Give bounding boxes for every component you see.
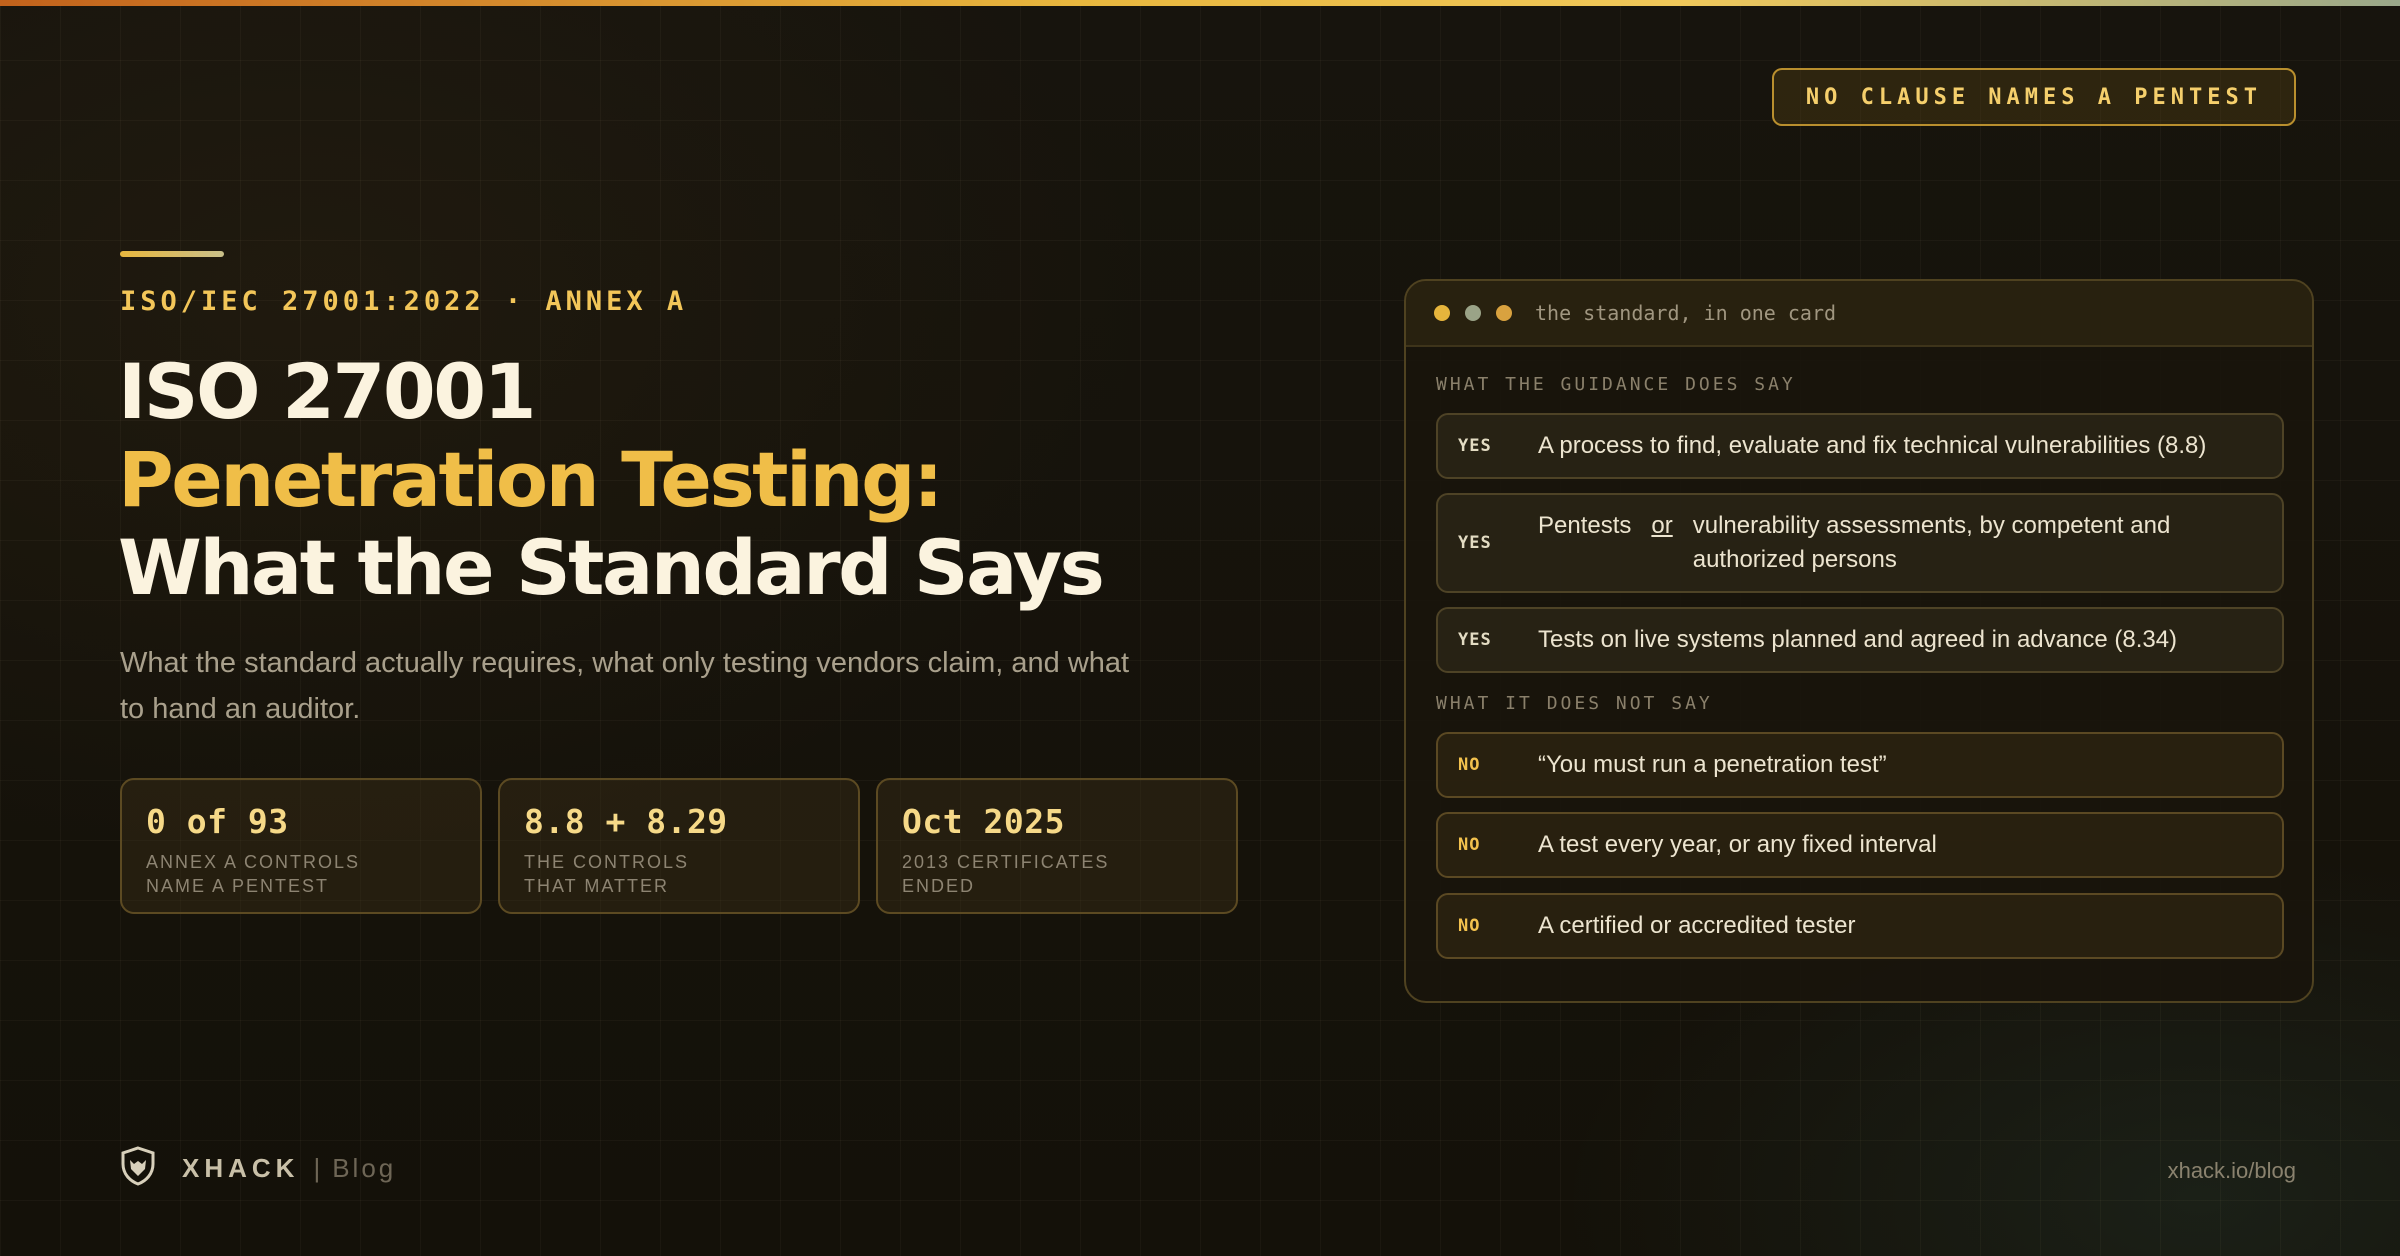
- list-item-no: NO “You must run a penetration test”: [1436, 732, 2284, 798]
- list-item-yes: YES Pentests or vulnerability assessments,…: [1436, 493, 2284, 593]
- no-tag: NO: [1458, 755, 1481, 775]
- list-item-no: NO A test every year, or any fixed inter…: [1436, 812, 2284, 878]
- stat-value: 8.8 + 8.29: [524, 802, 728, 841]
- no-tag: NO: [1458, 835, 1481, 855]
- title-line-2: Penetration Testing:: [118, 435, 943, 524]
- footer-url-link[interactable]: xhack.io/blog: [2168, 1158, 2296, 1184]
- row-text: Tests on live systems planned and agreed…: [1538, 626, 2178, 653]
- list-item-no: NO A certified or accredited tester: [1436, 893, 2284, 959]
- yes-tag: YES: [1458, 533, 1492, 553]
- row-text-part: vulnerability assessments, by competent …: [1692, 512, 2171, 573]
- title-line-1: ISO 27001: [118, 347, 536, 436]
- page-title: ISO 27001 Penetration Testing: What the …: [118, 348, 1298, 612]
- row-text: A process to find, evaluate and fix tech…: [1538, 432, 2207, 459]
- window-dot-icon: [1434, 305, 1450, 321]
- yes-tag: YES: [1458, 436, 1492, 456]
- no-tag: NO: [1458, 916, 1481, 936]
- shield-logo-icon: [120, 1146, 156, 1191]
- title-line-3: What the Standard Says: [118, 523, 1105, 612]
- stat-card-controls: 0 of 93 ANNEX A CONTROLS NAME A PENTEST: [120, 778, 482, 914]
- footer-brand[interactable]: XHACK | Blog: [120, 1146, 396, 1191]
- standard-summary-card: the standard, in one card WHAT THE GUIDA…: [1404, 279, 2314, 1003]
- headline-badge: NO CLAUSE NAMES A PENTEST: [1771, 68, 2296, 126]
- row-text: A certified or accredited tester: [1538, 912, 1856, 939]
- stat-card-deadline: Oct 2025 2013 CERTIFICATES ENDED: [876, 778, 1238, 914]
- stat-label: ANNEX A CONTROLS NAME A PENTEST: [146, 852, 361, 896]
- window-dot-icon: [1465, 305, 1481, 321]
- accent-line: [120, 251, 224, 257]
- list-item-yes: YES Tests on live systems planned and ag…: [1436, 607, 2284, 673]
- card-titlebar: the standard, in one card: [1406, 281, 2312, 347]
- stat-card-key-controls: 8.8 + 8.29 THE CONTROLS THAT MATTER: [498, 778, 860, 914]
- row-text: A test every year, or any fixed interval: [1538, 831, 1937, 858]
- stat-value: 0 of 93: [146, 802, 289, 841]
- brand-separator: |: [313, 1153, 321, 1183]
- yes-tag: YES: [1458, 630, 1492, 650]
- subtitle: What the standard actually requires, wha…: [120, 647, 1130, 725]
- stat-cards: 0 of 93 ANNEX A CONTROLS NAME A PENTEST …: [120, 778, 1238, 914]
- stat-label: 2013 CERTIFICATES ENDED: [902, 852, 1110, 896]
- eyebrow-label: ISO/IEC 27001:2022 · ANNEX A: [120, 286, 688, 317]
- top-gradient-bar: [0, 0, 2400, 6]
- brand-section: Blog: [332, 1153, 397, 1183]
- row-text-part: Pentests: [1538, 512, 1632, 539]
- list-item-yes: YES A process to find, evaluate and fix …: [1436, 413, 2284, 479]
- section-label-does-not-say: WHAT IT DOES NOT SAY: [1436, 693, 1713, 714]
- section-label-does-say: WHAT THE GUIDANCE DOES SAY: [1436, 374, 1796, 395]
- row-text-or: or: [1651, 512, 1673, 539]
- row-text: Pentests or vulnerability assessments, by …: [1538, 509, 2262, 577]
- brand-name: XHACK: [182, 1153, 300, 1183]
- row-text: “You must run a penetration test”: [1538, 751, 1887, 778]
- window-dot-icon: [1496, 305, 1512, 321]
- stat-label: THE CONTROLS THAT MATTER: [524, 852, 690, 896]
- card-title: the standard, in one card: [1535, 301, 1837, 325]
- stat-value: Oct 2025: [902, 802, 1065, 841]
